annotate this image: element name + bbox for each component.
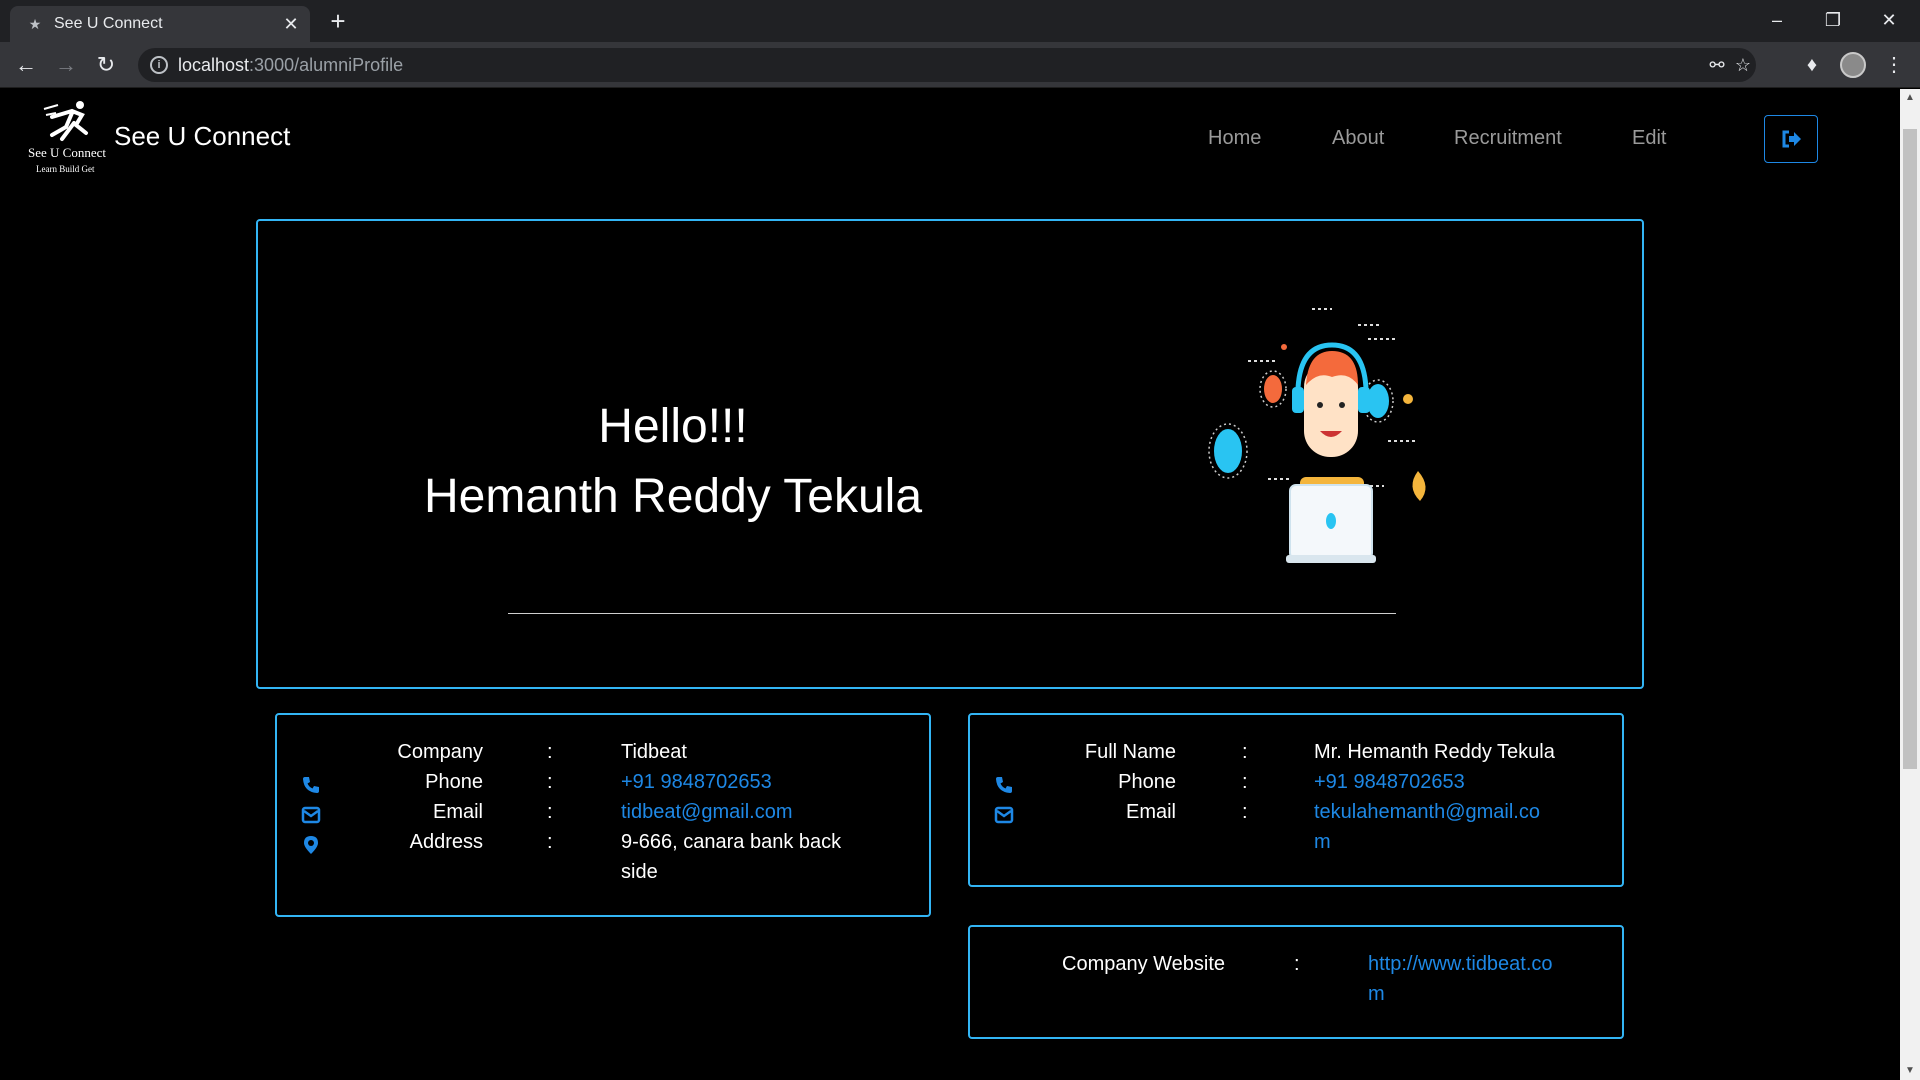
phone-label: Phone <box>425 771 483 793</box>
reload-icon[interactable]: ↻ <box>92 51 120 79</box>
logo-tagline: Learn Build Get <box>36 164 95 174</box>
phone-label: Phone <box>1118 771 1176 793</box>
company-phone-link[interactable]: +91 9848702653 <box>621 767 772 797</box>
separator: : <box>1242 771 1248 793</box>
logo-name: See U Connect <box>28 145 106 160</box>
separator: : <box>547 771 553 793</box>
address-row: Address : 9-666, canara bank back side <box>277 831 929 883</box>
hero-card: Hello!!! Hemanth Reddy Tekula <box>256 219 1644 689</box>
support-agent-illustration <box>1208 308 1426 563</box>
separator: : <box>1242 801 1248 823</box>
company-row: Company : Tidbeat <box>277 741 929 771</box>
profile-avatar[interactable] <box>1840 52 1866 78</box>
personal-phone-link[interactable]: +91 9848702653 <box>1314 767 1465 797</box>
address-bar[interactable]: i localhost:3000/alumniProfile ⚯ ☆ <box>138 48 1756 82</box>
site-info-icon[interactable]: i <box>150 56 168 74</box>
forward-arrow-icon[interactable]: → <box>52 51 80 79</box>
scroll-down-arrow-icon[interactable]: ▼ <box>1900 1062 1920 1080</box>
company-website-card: Company Website : http://www.tidbeat.com <box>968 925 1624 1039</box>
company-address-value: 9-666, canara bank back side <box>621 831 842 883</box>
sign-out-icon <box>1782 130 1801 148</box>
personal-info-card: Full Name : Mr. Hemanth Reddy Tekula Pho… <box>968 713 1624 887</box>
runner-logo-icon <box>43 101 88 141</box>
brand-logo[interactable]: See U Connect Learn Build Get <box>24 99 108 181</box>
envelope-icon <box>301 806 321 824</box>
email-label: Email <box>1125 801 1176 823</box>
company-email-link[interactable]: tidbeat@gmail.com <box>621 797 792 827</box>
url-text: localhost:3000/alumniProfile <box>178 55 404 75</box>
nav-link-edit[interactable]: Edit <box>1632 127 1666 150</box>
envelope-icon <box>994 806 1014 824</box>
personal-email-link[interactable]: tekulahemanth@gmail.com <box>1314 797 1548 857</box>
separator: : <box>547 831 553 853</box>
phone-icon <box>996 777 1012 793</box>
minimize-icon[interactable]: – <box>1754 4 1800 36</box>
key-icon[interactable]: ⚯ <box>1706 54 1728 76</box>
restore-icon[interactable]: ❐ <box>1810 4 1856 36</box>
nav-link-about[interactable]: About <box>1332 127 1384 150</box>
extensions-puzzle-icon[interactable]: ♦ <box>1800 53 1824 77</box>
separator: : <box>1294 953 1300 975</box>
menu-dots-icon[interactable]: ⋮ <box>1882 53 1906 77</box>
nav-link-home[interactable]: Home <box>1208 127 1261 150</box>
full-name-row: Full Name : Mr. Hemanth Reddy Tekula <box>970 741 1622 771</box>
phone-row: Phone : +91 9848702653 <box>277 771 929 801</box>
phone-icon <box>303 777 319 793</box>
scroll-up-arrow-icon[interactable]: ▲ <box>1900 89 1920 107</box>
email-row: Email : tekulahemanth@gmail.com <box>970 801 1622 853</box>
page-content: See U Connect Learn Build Get See U Conn… <box>0 89 1900 1080</box>
brand-title[interactable]: See U Connect <box>114 121 290 152</box>
page-scrollbar[interactable]: ▲ ▼ <box>1900 89 1920 1080</box>
hero-name: Hemanth Reddy Tekula <box>423 470 923 523</box>
hero-divider <box>508 613 1396 614</box>
map-marker-icon <box>304 836 318 854</box>
browser-tab[interactable]: ★ See U Connect ✕ <box>10 6 310 42</box>
hero-greeting: Hello!!! <box>598 400 748 453</box>
close-tab-icon[interactable]: ✕ <box>280 13 302 35</box>
separator: : <box>547 741 553 763</box>
company-website-link[interactable]: http://www.tidbeat.com <box>1368 949 1558 1009</box>
scroll-thumb[interactable] <box>1903 129 1917 769</box>
tab-title: See U Connect <box>54 15 163 32</box>
website-label: Company Website <box>1062 953 1226 975</box>
new-tab-icon[interactable]: + <box>324 8 352 36</box>
email-label: Email <box>432 801 483 823</box>
company-label: Company <box>397 741 483 763</box>
website-row: Company Website : http://www.tidbeat.com <box>970 953 1622 1005</box>
full-name-value: Mr. Hemanth Reddy Tekula <box>1314 741 1555 763</box>
company-info-card: Company : Tidbeat Phone : +91 9848702653… <box>275 713 931 917</box>
nav-link-recruitment[interactable]: Recruitment <box>1454 127 1562 150</box>
separator: : <box>1242 741 1248 763</box>
company-value: Tidbeat <box>621 741 687 763</box>
back-arrow-icon[interactable]: ← <box>12 51 40 79</box>
address-label: Address <box>409 831 483 853</box>
browser-tab-bar: ★ See U Connect ✕ + – ❐ ✕ <box>0 0 1920 42</box>
runner-favicon-icon: ★ <box>28 16 42 32</box>
separator: : <box>547 801 553 823</box>
bookmark-star-icon[interactable]: ☆ <box>1732 54 1754 76</box>
browser-toolbar: ← → ↻ i localhost:3000/alumniProfile ⚯ ☆… <box>0 42 1920 88</box>
close-window-icon[interactable]: ✕ <box>1866 4 1912 36</box>
full-name-label: Full Name <box>1084 741 1176 763</box>
logout-button[interactable] <box>1764 115 1818 163</box>
